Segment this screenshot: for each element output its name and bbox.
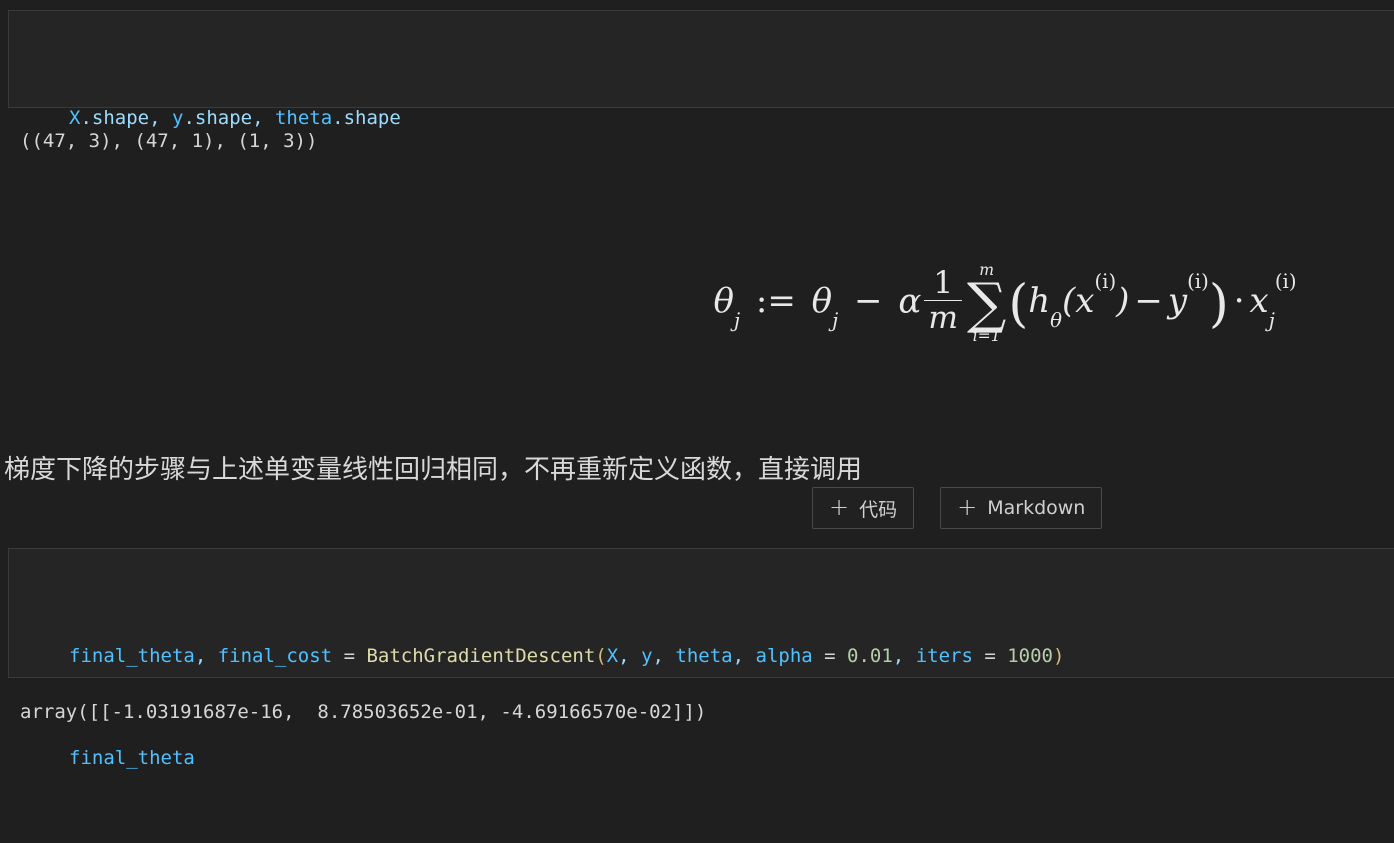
formula-x-term: xj(i) [1249, 269, 1297, 332]
code-token: , [252, 107, 275, 129]
code-token: .shape [80, 107, 150, 129]
formula-theta-j-lhs: θj [713, 281, 741, 332]
code-token: , [618, 645, 642, 667]
code-token: final_cost [217, 645, 333, 667]
code-line: final_theta, final_cost = BatchGradientD… [69, 639, 1394, 673]
code-token: theta [274, 107, 333, 129]
code-token: 1000 [1007, 645, 1053, 667]
formula-alpha: α [898, 281, 922, 322]
formula-fraction-one-over-m: 1m [924, 266, 962, 337]
code-editor-area[interactable]: final_theta, final_cost = BatchGradientD… [9, 549, 1394, 843]
code-token: BatchGradientDescent [366, 645, 596, 667]
code-line: final_theta [69, 741, 1394, 775]
formula-theta-j-rhs: θj [811, 281, 839, 332]
code-token: , [732, 645, 756, 667]
code-token: alpha [755, 645, 813, 667]
formula-minus-operator: − [854, 281, 883, 322]
shape-output-text: ((47, 3), (47, 1), (1, 3)) [20, 130, 318, 152]
formula-close-paren: ) [1208, 274, 1229, 334]
formula-cdot: · [1233, 281, 1245, 322]
add-code-cell-button[interactable]: + 代码 [812, 487, 915, 529]
add-markdown-cell-button[interactable]: + Markdown [940, 487, 1103, 529]
code-token: X [606, 645, 619, 667]
add-code-cell-label: 代码 [859, 498, 898, 521]
formula-y-term: y(i) [1167, 269, 1209, 322]
notebook-canvas: X.shape, y.shape, theta.shape ((47, 3), … [0, 0, 1394, 769]
code-token: ( [595, 645, 607, 667]
code-token: .shape [332, 107, 401, 129]
code-token: theta [675, 645, 733, 667]
code-token: = [812, 645, 848, 667]
formula-inner-minus: − [1134, 281, 1163, 322]
formula-open-paren: ( [1008, 274, 1029, 334]
plus-icon: + [829, 493, 850, 521]
formula-assign-operator: := [755, 281, 796, 322]
add-cell-toolbar: + 代码 + Markdown [812, 487, 1103, 529]
add-markdown-cell-label: Markdown [987, 497, 1086, 519]
final-theta-output-text: array([[-1.03191687e-16, 8.78503652e-01,… [20, 701, 707, 723]
code-token: y [171, 107, 184, 129]
code-token: , [652, 645, 676, 667]
code-token: = [972, 645, 1008, 667]
code-token: , [194, 645, 218, 667]
code-cell-shape-inspection[interactable]: X.shape, y.shape, theta.shape [8, 10, 1394, 129]
code-token: iters [915, 645, 973, 667]
code-token: X [69, 107, 81, 129]
code-token: .shape [183, 107, 253, 129]
code-token: 0.01 [847, 645, 893, 667]
formula-summation: m ∑ i=1 [966, 260, 1007, 345]
code-editor-area[interactable]: X.shape, y.shape, theta.shape [9, 11, 1394, 203]
plus-icon: + [957, 493, 978, 521]
code-token: = [343, 645, 356, 667]
gradient-descent-formula: θj := θj − α 1 m m ∑ i=1 (hθ(x(i)) − y(i)) · xj(i) [713, 260, 1297, 345]
code-token: final_theta [69, 747, 195, 769]
gradient-descent-note: 梯度下降的步骤与上述单变量线性回归相同，不再重新定义函数，直接调用 [4, 455, 863, 485]
formula-hypothesis-term: hθ(x(i)) [1028, 269, 1130, 332]
code-token: y [641, 645, 653, 667]
math-formula-block: θj := θj − α 1 m m ∑ i=1 (hθ(x(i)) − y(i)) · xj(i) [0, 260, 1394, 345]
code-token: ) [1052, 645, 1065, 667]
code-token: , [892, 645, 916, 667]
code-cell-batch-gradient-descent-call[interactable]: final_theta, final_cost = BatchGradientD… [8, 548, 1394, 769]
code-token: final_theta [69, 645, 195, 667]
code-token: , [149, 107, 172, 129]
